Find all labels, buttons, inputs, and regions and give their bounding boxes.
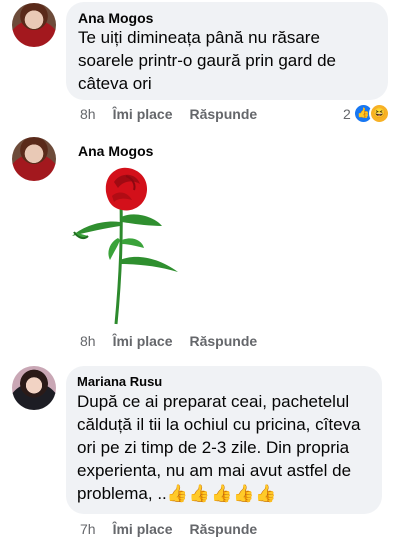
comment-bubble: Ana Mogos Te uiți dimineața până nu răsa… — [66, 2, 388, 100]
comment-text-line: călduță il tii la ochiul cu pricina, cît… — [77, 415, 361, 434]
comment-bubble: Mariana Rusu După ce ai preparat ceai, p… — [66, 366, 382, 514]
haha-icon: 😆 — [368, 103, 390, 124]
reply-link[interactable]: Răspunde — [190, 333, 258, 349]
like-link[interactable]: Îmi place — [113, 106, 173, 122]
comment-actions: 8h Îmi place Răspunde — [80, 106, 257, 122]
like-link[interactable]: Îmi place — [113, 521, 173, 537]
red-rose-image[interactable] — [66, 162, 186, 327]
reply-link[interactable]: Răspunde — [190, 521, 258, 537]
comment-time[interactable]: 8h — [80, 106, 96, 122]
comment-text-fragment: problema, .. — [77, 484, 167, 503]
comment-author[interactable]: Mariana Rusu — [77, 374, 162, 389]
comment-text-line: După ce ai preparat ceai, pachetelul — [77, 392, 350, 411]
comment-text-line: soarele printr-o gaură prin gard de — [78, 51, 336, 70]
comment-author[interactable]: Ana Mogos — [78, 10, 153, 26]
comment-author[interactable]: Ana Mogos — [78, 143, 153, 159]
reaction-count: 2 — [343, 105, 351, 122]
comment-time[interactable]: 7h — [80, 521, 96, 537]
reply-link[interactable]: Răspunde — [190, 106, 258, 122]
comment-time[interactable]: 8h — [80, 333, 96, 349]
reaction-summary[interactable]: 2 👍 😆 — [343, 103, 390, 124]
avatar[interactable] — [12, 3, 56, 47]
comment-text-line: experienta, nu am mai avut astfel de — [77, 461, 352, 480]
comment-text-line: problema, ..👍👍👍👍👍 — [77, 482, 278, 505]
thumbs-up-icon: 👍👍👍👍👍 — [166, 484, 278, 503]
comment-actions: 7h Îmi place Răspunde — [80, 521, 257, 537]
comment-text-line: Te uiți dimineața până nu răsare — [78, 28, 320, 47]
avatar[interactable] — [12, 137, 56, 181]
rose-icon — [72, 167, 178, 325]
comment-text-line: ori pe zi timp de 2-3 zile. Din propria — [77, 438, 350, 457]
comment-text-line: câteva ori — [78, 74, 152, 93]
comment-actions: 8h Îmi place Răspunde — [80, 333, 257, 349]
like-link[interactable]: Îmi place — [113, 333, 173, 349]
avatar[interactable] — [12, 366, 56, 410]
